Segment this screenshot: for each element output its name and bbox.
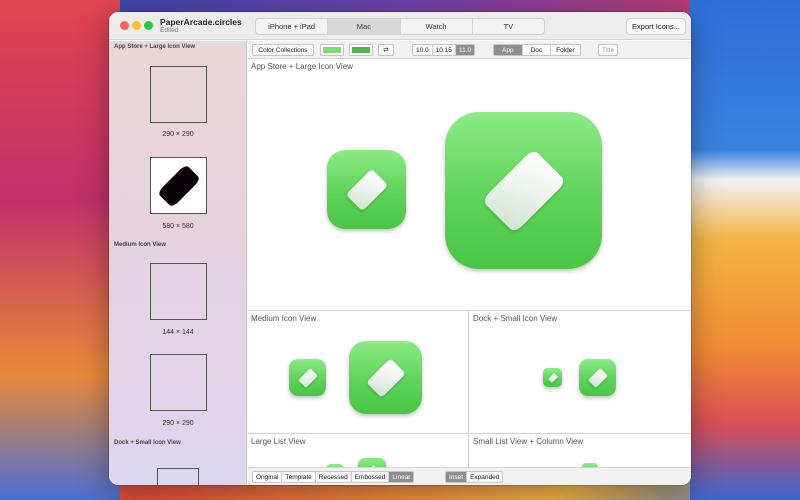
mode-segment: Inset Expanded xyxy=(445,471,504,483)
color-collections-button[interactable]: Color Collections xyxy=(252,44,314,56)
diamond-gem-icon xyxy=(345,168,388,211)
tab-iphone-ipad[interactable]: iPhone + iPad xyxy=(256,19,329,34)
icon-well-290-b[interactable] xyxy=(150,354,207,411)
sidebar-section-medium: Medium Icon View xyxy=(114,242,166,248)
minimize-window-button[interactable] xyxy=(132,21,141,30)
icon-well-small[interactable] xyxy=(157,468,199,485)
tab-mac[interactable]: Mac xyxy=(328,19,401,34)
icon-well-label: 580 × 580 xyxy=(162,223,194,230)
swap-colors-icon[interactable]: ⇄ xyxy=(378,44,394,56)
diamond-gem-icon xyxy=(365,357,406,398)
panel-title: Dock + Small Icon View xyxy=(473,314,558,323)
app-icon-preview-small xyxy=(289,359,326,396)
document-title: PaperArcade.circles xyxy=(160,17,242,27)
close-window-button[interactable] xyxy=(120,21,129,30)
icon-sidebar: App Store + Large Icon View 290 × 290 58… xyxy=(109,41,247,485)
color-swatch-light[interactable] xyxy=(320,44,344,56)
app-window: PaperArcade.circles Edited iPhone + iPad… xyxy=(109,12,691,485)
mode-expanded[interactable]: Expanded xyxy=(467,472,502,482)
panel-title: Large List View xyxy=(251,437,306,446)
sidebar-section-app-store: App Store + Large Icon View xyxy=(114,44,196,50)
app-icon-preview-large xyxy=(445,112,602,269)
app-icon-preview-small xyxy=(579,359,616,396)
app-icon-preview-medium xyxy=(327,150,406,229)
app-icon-preview-tiny xyxy=(543,368,562,387)
icon-well-label: 144 × 144 xyxy=(162,329,194,336)
style-linear[interactable]: Linear xyxy=(389,472,414,482)
diamond-gem-icon xyxy=(481,148,566,233)
kind-app[interactable]: App xyxy=(494,45,523,55)
zoom-window-button[interactable] xyxy=(144,21,153,30)
panel-app-store: App Store + Large Icon View xyxy=(248,59,691,311)
version-10-15[interactable]: 10.15 xyxy=(433,45,456,55)
panel-small-list: Small List View + Column View xyxy=(470,434,691,467)
desktop-wallpaper-left xyxy=(0,0,120,500)
style-recessed[interactable]: Recessed xyxy=(316,472,352,482)
diamond-gem-icon xyxy=(547,372,558,383)
color-swatch-dark[interactable] xyxy=(349,44,373,56)
style-template[interactable]: Template xyxy=(282,472,316,482)
diamond-gem-icon xyxy=(297,367,318,388)
panel-title: Medium Icon View xyxy=(251,314,317,323)
app-icon-preview-small xyxy=(358,458,386,467)
export-icons-button[interactable]: Export Icons... xyxy=(626,18,686,35)
style-embossed[interactable]: Embossed xyxy=(352,472,390,482)
title-bar: PaperArcade.circles Edited iPhone + iPad… xyxy=(109,12,691,40)
panel-title: Small List View + Column View xyxy=(473,437,584,446)
panel-title: App Store + Large Icon View xyxy=(251,62,353,71)
document-status: Edited xyxy=(160,27,179,34)
icon-well-290-a[interactable] xyxy=(150,66,207,123)
panel-large-list: Large List View xyxy=(248,434,469,467)
title-button[interactable]: Title xyxy=(598,44,618,56)
desktop-wallpaper-right xyxy=(690,0,800,500)
icon-well-580[interactable] xyxy=(150,157,207,214)
style-bar: Original Template Recessed Embossed Line… xyxy=(248,467,691,485)
panel-dock-small: Dock + Small Icon View xyxy=(470,311,691,434)
kind-doc[interactable]: Doc xyxy=(523,45,552,55)
sidebar-section-dock-small: Dock + Small Icon View xyxy=(114,440,181,446)
icon-well-label: 290 × 290 xyxy=(162,420,194,427)
icon-well-144[interactable] xyxy=(150,263,207,320)
diamond-gem-icon xyxy=(587,367,608,388)
kind-segment: App Doc Folder xyxy=(493,44,581,56)
version-segment: 10.0 10.15 11.0 xyxy=(412,44,476,56)
version-10-0[interactable]: 10.0 xyxy=(413,45,433,55)
style-original[interactable]: Original xyxy=(253,472,283,482)
tab-tv[interactable]: TV xyxy=(473,19,544,34)
kind-folder[interactable]: Folder xyxy=(551,45,579,55)
version-11-0[interactable]: 11.0 xyxy=(455,45,475,55)
icon-well-label: 290 × 290 xyxy=(162,131,194,138)
platform-tabs: iPhone + iPad Mac Watch TV xyxy=(255,18,545,35)
tab-watch[interactable]: Watch xyxy=(401,19,473,34)
diamond-glyph-icon xyxy=(156,163,201,208)
editor-toolbar: Color Collections ⇄ 10.0 10.15 11.0 App … xyxy=(248,41,691,59)
app-icon-preview-medium xyxy=(349,341,422,414)
mode-inset[interactable]: Inset xyxy=(446,472,468,482)
panel-medium: Medium Icon View xyxy=(248,311,469,434)
style-segment: Original Template Recessed Embossed Line… xyxy=(252,471,415,483)
